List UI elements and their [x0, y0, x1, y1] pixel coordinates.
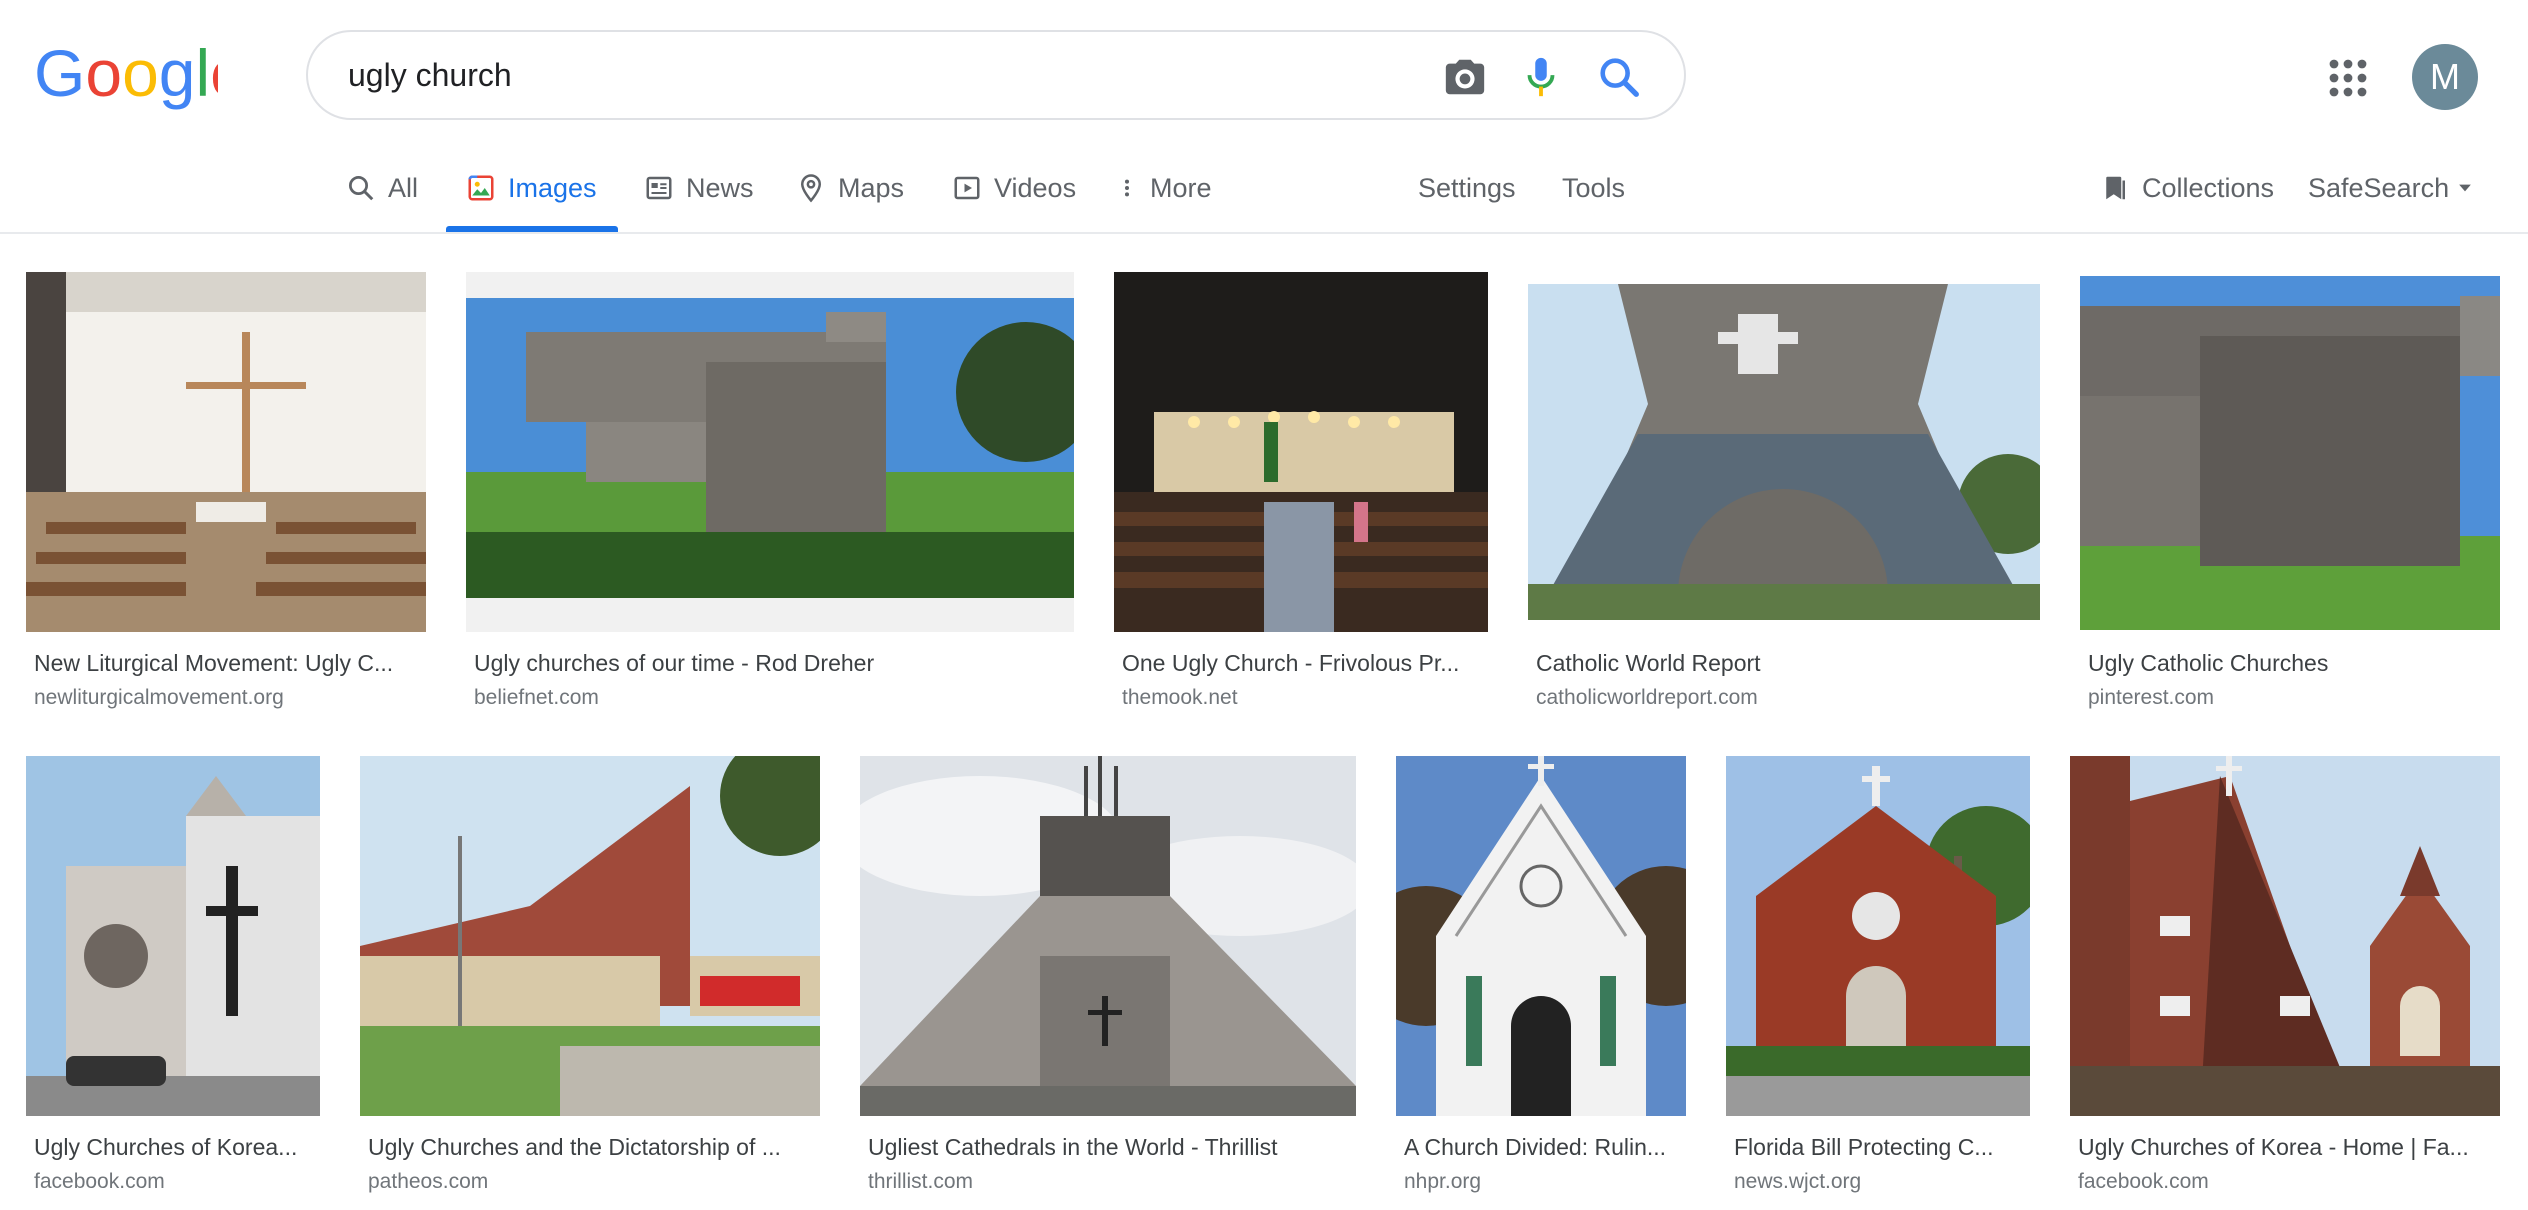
result-source[interactable]: facebook.com — [2078, 1170, 2209, 1194]
result-title[interactable]: Ugliest Cathedrals in the World - Thrill… — [868, 1134, 1356, 1161]
tab-more-label: More — [1150, 172, 1212, 203]
church-interior-image — [1114, 272, 1488, 632]
result-source[interactable]: facebook.com — [34, 1170, 165, 1194]
bookmark-icon — [2106, 176, 2125, 200]
result-source[interactable]: nhpr.org — [1404, 1170, 1481, 1194]
tab-all[interactable]: All — [346, 168, 418, 208]
result-source[interactable]: thrillist.com — [868, 1170, 973, 1194]
tab-images-label: Images — [508, 172, 597, 203]
brick-church-image — [2070, 756, 2500, 1116]
tab-news-label: News — [686, 172, 754, 203]
image-result-thumbnail[interactable] — [1114, 272, 1488, 632]
microphone-icon[interactable] — [1518, 54, 1564, 100]
video-icon — [954, 176, 980, 200]
search-box — [306, 30, 1686, 120]
tab-videos-label: Videos — [994, 172, 1077, 203]
search-icon[interactable] — [1596, 54, 1642, 100]
map-pin-icon — [800, 174, 822, 203]
result-source[interactable]: themook.net — [1122, 686, 1238, 710]
church-interior-image — [26, 272, 426, 632]
header-divider — [0, 232, 2528, 234]
more-vertical-icon — [1124, 179, 1130, 197]
image-icon — [468, 175, 494, 201]
tab-more[interactable]: More — [1116, 168, 1212, 208]
settings-label: Settings — [1418, 172, 1516, 203]
image-result-thumbnail[interactable] — [1528, 284, 2040, 620]
result-title[interactable]: New Liturgical Movement: Ugly C... — [34, 650, 422, 677]
result-source[interactable]: pinterest.com — [2088, 686, 2214, 710]
result-title[interactable]: Ugly Churches and the Dictatorship of ..… — [368, 1134, 820, 1161]
tab-all-label: All — [388, 172, 419, 203]
result-source[interactable]: beliefnet.com — [474, 686, 599, 710]
result-title[interactable]: Ugly Catholic Churches — [2088, 650, 2500, 677]
result-title[interactable]: A Church Divided: Rulin... — [1404, 1134, 1686, 1161]
concrete-church-image — [466, 272, 1074, 632]
image-result-thumbnail[interactable] — [360, 756, 820, 1116]
tab-videos[interactable]: Videos — [952, 168, 1076, 208]
news-icon — [646, 176, 672, 200]
tools-label: Tools — [1562, 172, 1626, 203]
church-facade-image — [1528, 284, 2040, 620]
result-source[interactable]: catholicworldreport.com — [1536, 686, 1758, 710]
brick-church-image — [1726, 756, 2030, 1116]
cathedral-image — [860, 756, 1356, 1116]
camera-icon[interactable] — [1442, 54, 1488, 100]
result-source[interactable]: news.wjct.org — [1734, 1170, 1861, 1194]
result-source[interactable]: newliturgicalmovement.org — [34, 686, 284, 710]
safesearch-label: SafeSearch — [2308, 172, 2450, 203]
safesearch-dropdown[interactable]: SafeSearch — [2308, 168, 2475, 208]
image-result-thumbnail[interactable] — [2080, 276, 2500, 630]
google-logo[interactable]: Google — [34, 40, 218, 110]
result-title[interactable]: Florida Bill Protecting C... — [1734, 1134, 2030, 1161]
apps-grid-icon[interactable] — [2324, 54, 2372, 102]
gothic-church-image — [1396, 756, 1686, 1116]
search-input[interactable] — [348, 46, 1348, 104]
svg-text:Google: Google — [34, 40, 218, 110]
image-result-thumbnail[interactable] — [1396, 756, 1686, 1116]
result-source[interactable]: patheos.com — [368, 1170, 488, 1194]
result-title[interactable]: Ugly churches of our time - Rod Dreher — [474, 650, 1074, 677]
tab-images[interactable]: Images — [466, 168, 597, 208]
result-title[interactable]: Catholic World Report — [1536, 650, 2036, 677]
result-title[interactable]: Ugly Churches of Korea - Home | Fa... — [2078, 1134, 2498, 1161]
collections-link[interactable]: Collections — [2100, 168, 2274, 208]
image-result-thumbnail[interactable] — [1726, 756, 2030, 1116]
avatar[interactable]: M — [2412, 44, 2478, 110]
result-title[interactable]: One Ugly Church - Frivolous Pr... — [1122, 650, 1488, 677]
image-result-thumbnail[interactable] — [26, 272, 426, 632]
concrete-church-image — [2080, 276, 2500, 630]
tab-news[interactable]: News — [644, 168, 754, 208]
image-result-thumbnail[interactable] — [26, 756, 320, 1116]
tools-link[interactable]: Tools — [1562, 168, 1625, 208]
search-icon — [349, 176, 374, 201]
result-title[interactable]: Ugly Churches of Korea... — [34, 1134, 320, 1161]
tab-maps-label: Maps — [838, 172, 905, 203]
image-result-thumbnail[interactable] — [466, 272, 1074, 632]
settings-link[interactable]: Settings — [1418, 168, 1516, 208]
church-tower-image — [26, 756, 320, 1116]
tab-maps[interactable]: Maps — [796, 168, 904, 208]
image-result-thumbnail[interactable] — [860, 756, 1356, 1116]
modern-church-image — [360, 756, 820, 1116]
image-result-thumbnail[interactable] — [2070, 756, 2500, 1116]
collections-label: Collections — [2142, 172, 2275, 203]
caret-down-icon — [2459, 184, 2471, 192]
